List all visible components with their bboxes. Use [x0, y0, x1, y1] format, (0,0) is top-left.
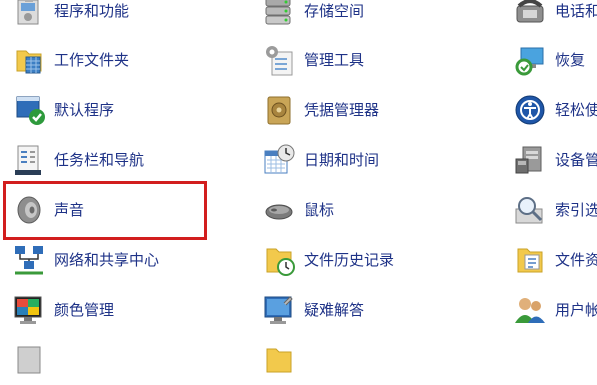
cp-item-troubleshooting[interactable]: 疑难解答 [262, 285, 462, 335]
work-folders-icon [12, 43, 46, 77]
cp-item-label: 管理工具 [304, 51, 365, 69]
cp-item-label: 颜色管理 [54, 301, 115, 319]
cp-item-partial[interactable] [262, 335, 462, 385]
indexing-options-icon [513, 193, 547, 227]
cp-item-network-sharing[interactable]: 网络和共享中心 [12, 235, 212, 285]
cp-item-label: 凭据管理器 [304, 101, 380, 119]
color-management-icon [12, 293, 46, 327]
cp-item-ease-of-access[interactable]: 轻松使 [513, 85, 597, 135]
cp-item-programs-features[interactable]: 程序和功能 [12, 0, 212, 36]
cp-item-credential-manager[interactable]: 凭据管理器 [262, 85, 462, 135]
cp-item-label: 文件历史记录 [304, 251, 395, 269]
date-time-icon [262, 143, 296, 177]
cp-item-taskbar-navigation[interactable]: 任务栏和导航 [12, 135, 212, 185]
file-history-icon [262, 243, 296, 277]
cp-item-admin-tools[interactable]: 管理工具 [262, 35, 462, 85]
cp-item-label: 声音 [54, 201, 85, 219]
cp-item-label: 疑难解答 [304, 301, 365, 319]
cp-item-label: 设备管 [555, 151, 597, 169]
default-programs-icon [12, 93, 46, 127]
cp-item-label: 电话和 [555, 2, 597, 20]
cp-item-label: 任务栏和导航 [54, 151, 145, 169]
cp-item-indexing-options[interactable]: 索引选 [513, 185, 597, 235]
cp-item-label: 工作文件夹 [54, 51, 130, 69]
cp-item-label: 日期和时间 [304, 151, 380, 169]
cp-item-label: 网络和共享中心 [54, 251, 160, 269]
cp-item-color-management[interactable]: 颜色管理 [12, 285, 212, 335]
cp-item-partial[interactable] [12, 335, 212, 385]
cp-item-user-accounts[interactable]: 用户帐 [513, 285, 597, 335]
admin-tools-icon [262, 43, 296, 77]
ease-of-access-icon [513, 93, 547, 127]
credential-manager-icon [262, 93, 296, 127]
cp-item-label: 默认程序 [54, 101, 115, 119]
cp-item-label: 恢复 [555, 51, 586, 69]
cp-item-mouse[interactable]: 鼠标 [262, 185, 462, 235]
cp-item-storage-spaces[interactable]: 存储空间 [262, 0, 462, 36]
cp-item-recovery[interactable]: 恢复 [513, 35, 597, 85]
cp-item-file-explorer-options[interactable]: 文件资 [513, 235, 597, 285]
cp-item-phone-modem[interactable]: 电话和 [513, 0, 597, 36]
programs-features-icon [12, 0, 46, 28]
device-manager-icon [513, 143, 547, 177]
cp-item-work-folders[interactable]: 工作文件夹 [12, 35, 212, 85]
cp-item-label: 用户帐 [555, 301, 597, 319]
cp-item-label: 鼠标 [304, 201, 335, 219]
network-sharing-icon [12, 243, 46, 277]
cp-item-label: 轻松使 [555, 101, 597, 119]
troubleshooting-icon [262, 293, 296, 327]
cp-item-device-manager[interactable]: 设备管 [513, 135, 597, 185]
cp-item-file-history[interactable]: 文件历史记录 [262, 235, 462, 285]
partial-icon [262, 343, 296, 377]
file-explorer-options-icon [513, 243, 547, 277]
cp-item-default-programs[interactable]: 默认程序 [12, 85, 212, 135]
partial-icon [12, 343, 46, 377]
recovery-icon [513, 43, 547, 77]
cp-item-label: 索引选 [555, 201, 597, 219]
cp-item-label: 存储空间 [304, 2, 365, 20]
cp-item-label: 程序和功能 [54, 2, 130, 20]
cp-item-date-time[interactable]: 日期和时间 [262, 135, 462, 185]
taskbar-navigation-icon [12, 143, 46, 177]
cp-item-sound[interactable]: 声音 [12, 185, 212, 235]
user-accounts-icon [513, 293, 547, 327]
cp-item-label: 文件资 [555, 251, 597, 269]
sound-icon [12, 193, 46, 227]
storage-spaces-icon [262, 0, 296, 28]
phone-modem-icon [513, 0, 547, 28]
mouse-icon [262, 193, 296, 227]
